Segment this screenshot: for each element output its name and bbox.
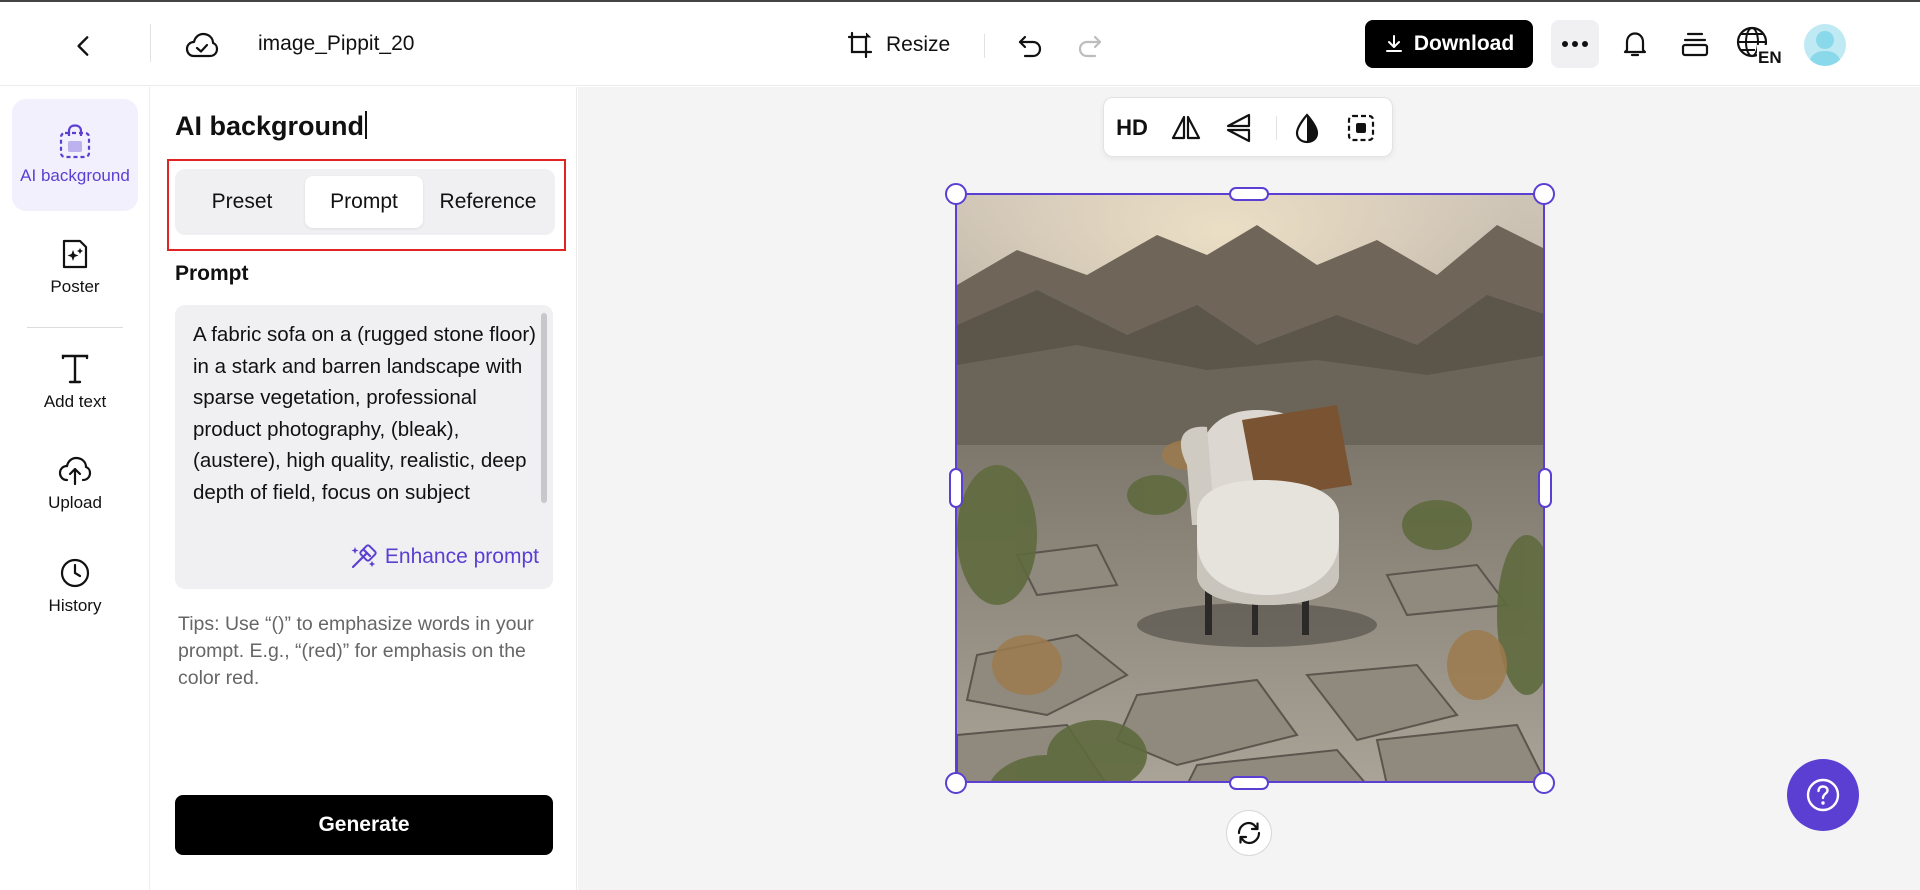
mode-tabs: Preset Prompt Reference (175, 169, 555, 235)
more-options-button[interactable] (1551, 20, 1599, 68)
rail-separator (27, 327, 123, 328)
file-name[interactable]: image_Pippit_20 (258, 32, 418, 56)
prompt-section-label: Prompt (175, 262, 249, 285)
help-button[interactable] (1787, 759, 1859, 831)
rotate-icon (1237, 821, 1261, 845)
question-mark-icon (1806, 778, 1840, 812)
select-frame-icon (1347, 114, 1375, 142)
flip-horizontal-button[interactable] (1166, 108, 1206, 148)
header-divider (150, 24, 151, 62)
layers-icon (1681, 32, 1709, 57)
tab-reference[interactable]: Reference (427, 176, 549, 228)
prompt-textarea[interactable]: A fabric sofa on a (rugged stone floor) … (175, 305, 553, 589)
generated-image[interactable] (955, 193, 1545, 783)
globe-icon: EN (1736, 26, 1781, 65)
bag-icon (59, 124, 91, 159)
magic-wand-icon (351, 544, 377, 569)
ai-background-panel: AI background Preset Prompt Reference Pr… (151, 87, 577, 890)
resize-handle-bottom-right[interactable] (1533, 772, 1555, 794)
download-button[interactable]: Download (1365, 20, 1533, 68)
cloud-save-button[interactable] (182, 26, 222, 66)
enhance-prompt-label: Enhance prompt (384, 545, 539, 568)
download-label: Download (1413, 32, 1515, 55)
rail-item-poster[interactable]: Poster (12, 227, 138, 309)
hd-button[interactable]: HD (1112, 108, 1152, 148)
tab-prompt[interactable]: Prompt (305, 176, 423, 228)
rail-item-history[interactable]: History (12, 546, 138, 628)
user-avatar[interactable] (1804, 24, 1846, 66)
poster-icon (62, 240, 88, 269)
resize-handle-top[interactable] (1229, 187, 1269, 201)
resize-handle-bottom-left[interactable] (945, 772, 967, 794)
resize-handle-right[interactable] (1538, 468, 1552, 508)
generate-button[interactable]: Generate (175, 795, 553, 855)
rail-item-label: History (48, 596, 102, 616)
undo-button[interactable] (1010, 26, 1050, 66)
language-button[interactable]: EN (1735, 22, 1781, 68)
bell-icon (1623, 32, 1647, 57)
clock-icon (60, 559, 90, 588)
resize-handle-bottom[interactable] (1229, 776, 1269, 790)
avatar-icon (1808, 31, 1842, 66)
download-icon (1385, 35, 1402, 52)
flip-horizontal-icon (1171, 115, 1201, 140)
flip-vertical-icon (1226, 113, 1251, 143)
text-caret (365, 111, 368, 139)
canvas-area[interactable]: HD (578, 87, 1920, 890)
lang-code: EN (1758, 48, 1781, 65)
rail-item-label: Poster (50, 277, 100, 297)
resize-handle-left[interactable] (949, 468, 963, 508)
resize-button[interactable]: Resize (846, 24, 950, 66)
upload-cloud-icon (58, 457, 92, 486)
droplet-icon (1295, 113, 1319, 144)
opacity-button[interactable] (1287, 108, 1327, 148)
notifications-button[interactable] (1615, 24, 1655, 64)
prompt-tips: Tips: Use “()” to emphasize words in you… (178, 613, 534, 689)
resize-handle-top-left[interactable] (945, 183, 967, 205)
crop-select-button[interactable] (1341, 108, 1381, 148)
text-icon (61, 355, 89, 384)
tab-preset[interactable]: Preset (183, 176, 301, 228)
panel-title-text: AI background (175, 111, 365, 141)
redo-button[interactable] (1070, 26, 1110, 66)
rail-item-upload[interactable]: Upload (12, 444, 138, 526)
rail-item-label: Add text (43, 392, 107, 412)
resize-icon (847, 31, 873, 59)
left-tool-rail: AI background Poster Add text Upload His… (0, 87, 150, 890)
more-horizontal-icon (1562, 41, 1588, 47)
scene-image (957, 195, 1543, 781)
redo-icon (1078, 35, 1102, 58)
rail-item-label: Upload (48, 493, 102, 513)
header-divider-mid (984, 34, 985, 58)
back-button[interactable] (64, 26, 104, 66)
prompt-scrollbar[interactable] (541, 313, 547, 503)
enhance-prompt-button[interactable]: Enhance prompt (349, 543, 539, 571)
rail-item-add-text[interactable]: Add text (12, 342, 138, 424)
image-floating-toolbar: HD (1103, 97, 1393, 157)
resize-handle-top-right[interactable] (1533, 183, 1555, 205)
layers-button[interactable] (1675, 24, 1715, 64)
prompt-text[interactable]: A fabric sofa on a (rugged stone floor) … (193, 319, 538, 529)
resize-label: Resize (886, 33, 951, 56)
panel-title: AI background (175, 111, 368, 142)
top-bar: image_Pippit_20 Resize Download EN (0, 2, 1920, 86)
cloud-check-icon (185, 32, 219, 58)
rail-item-ai-background[interactable]: AI background (12, 99, 138, 211)
rotate-button[interactable] (1226, 810, 1272, 856)
chevron-left-icon (77, 36, 89, 56)
flip-vertical-button[interactable] (1220, 108, 1260, 148)
undo-icon (1018, 35, 1042, 58)
rail-item-label: AI background (20, 166, 130, 186)
toolbar-separator (1276, 116, 1277, 140)
